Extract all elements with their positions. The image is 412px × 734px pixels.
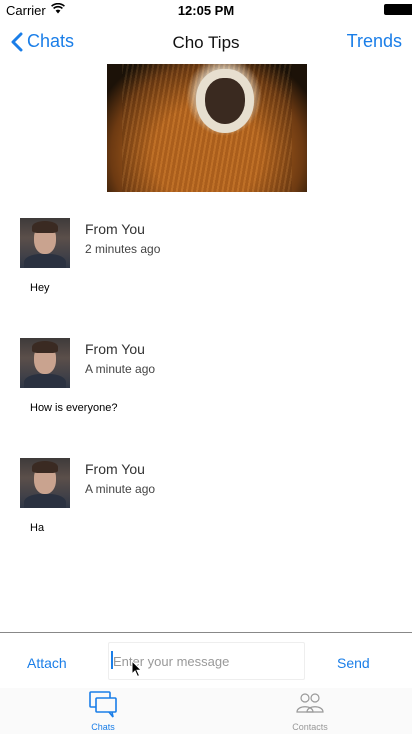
tab-contacts-label: Contacts bbox=[292, 722, 328, 732]
send-button[interactable]: Send bbox=[337, 655, 370, 671]
trends-button[interactable]: Trends bbox=[347, 31, 402, 52]
mouse-pointer-icon bbox=[131, 660, 143, 678]
avatar-hair bbox=[32, 341, 58, 353]
tab-chats[interactable]: Chats bbox=[63, 688, 143, 734]
message-text: How is everyone? bbox=[30, 402, 118, 414]
monkey-photo bbox=[107, 64, 307, 192]
message-timestamp: A minute ago bbox=[85, 362, 156, 376]
message-item[interactable]: From You A minute ago Ha bbox=[0, 440, 412, 550]
message-item[interactable]: From You 2 minutes ago Hey bbox=[0, 200, 412, 310]
message-sender: From You bbox=[85, 221, 145, 237]
photo-fur-texture bbox=[122, 64, 292, 192]
tab-chats-label: Chats bbox=[91, 722, 115, 732]
message-composer: Attach Send bbox=[0, 632, 412, 689]
avatar-hair bbox=[32, 221, 58, 233]
text-caret bbox=[111, 651, 113, 669]
photo-monkey-face bbox=[205, 78, 245, 124]
attach-button[interactable]: Attach bbox=[27, 655, 67, 671]
tab-contacts[interactable]: Contacts bbox=[270, 688, 350, 734]
avatar[interactable] bbox=[20, 458, 70, 508]
status-time: 12:05 PM bbox=[177, 3, 235, 18]
avatar[interactable] bbox=[20, 218, 70, 268]
tab-bar: Chats Contacts bbox=[0, 688, 412, 734]
message-text: Ha bbox=[30, 522, 45, 534]
avatar-body bbox=[24, 494, 66, 508]
message-item[interactable]: From You A minute ago How is everyone? bbox=[0, 320, 412, 430]
message-sender: From You bbox=[85, 461, 145, 477]
battery-icon bbox=[384, 4, 412, 15]
avatar-body bbox=[24, 254, 66, 268]
status-bar: Carrier 12:05 PM bbox=[0, 0, 412, 20]
avatar-body bbox=[24, 374, 66, 388]
avatar[interactable] bbox=[20, 338, 70, 388]
chat-bubbles-icon bbox=[89, 691, 117, 718]
message-timestamp: A minute ago bbox=[85, 482, 156, 496]
avatar-hair bbox=[32, 461, 58, 473]
contacts-icon bbox=[296, 693, 324, 713]
message-sender: From You bbox=[85, 341, 145, 357]
message-text: Hey bbox=[30, 282, 50, 294]
message-timestamp: 2 minutes ago bbox=[85, 242, 161, 256]
navigation-bar: Chats Cho Tips Trends bbox=[0, 20, 412, 64]
